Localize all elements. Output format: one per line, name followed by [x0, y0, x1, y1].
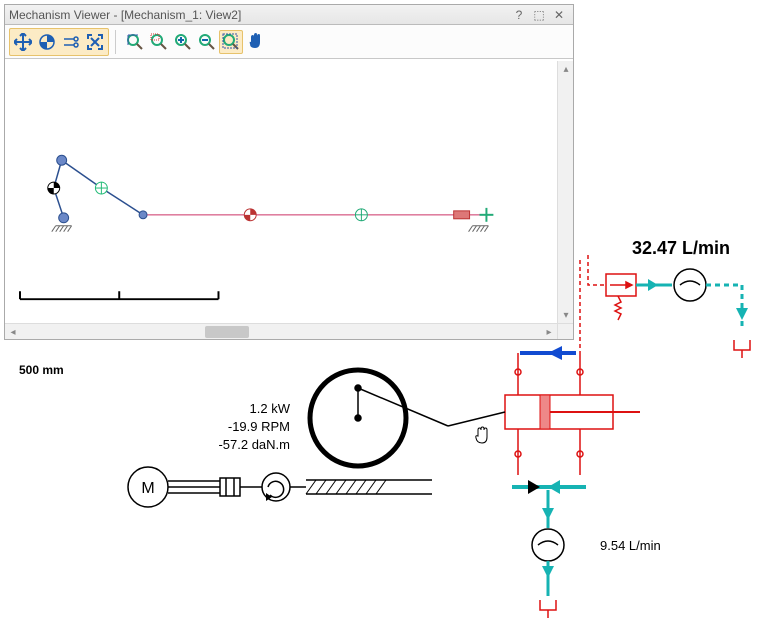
mechanism-viewer-panel: Mechanism Viewer - [Mechanism_1: View2] …: [4, 4, 574, 340]
scrollbar-corner: [557, 323, 573, 339]
zoom-to-fit-button[interactable]: [123, 30, 147, 54]
close-button[interactable]: ✕: [549, 8, 569, 22]
zoom-out-button[interactable]: [195, 30, 219, 54]
mechanism-canvas[interactable]: 500 mm: [5, 61, 557, 323]
scroll-right-icon[interactable]: ▸: [541, 324, 557, 340]
cursor-icon: [472, 426, 490, 451]
svg-text:M: M: [141, 480, 154, 497]
toolbar-divider: [115, 30, 116, 54]
motor-readings: 1.2 kW -19.9 RPM -57.2 daN.m: [190, 400, 290, 454]
mass-center-mode-button[interactable]: [35, 30, 59, 54]
pin-button[interactable]: ⬚: [529, 8, 549, 22]
scale-label: 500 mm: [19, 363, 64, 377]
flow-reading-bottom: 9.54 L/min: [600, 538, 661, 553]
titlebar: Mechanism Viewer - [Mechanism_1: View2] …: [5, 5, 573, 25]
mode-buttons-group: [9, 28, 109, 56]
pan-button[interactable]: [243, 30, 267, 54]
velocity-mode-button[interactable]: [59, 30, 83, 54]
zoom-window-button[interactable]: [147, 30, 171, 54]
view-buttons-group: [122, 29, 268, 55]
power-reading: 1.2 kW: [190, 400, 290, 418]
torque-reading: -57.2 daN.m: [190, 436, 290, 454]
toolbar: [5, 25, 573, 59]
fit-mode-button[interactable]: [83, 30, 107, 54]
window-title: Mechanism Viewer - [Mechanism_1: View2]: [9, 8, 509, 22]
help-button[interactable]: ?: [509, 8, 529, 22]
flow-reading-top: 32.47 L/min: [632, 238, 730, 259]
rpm-reading: -19.9 RPM: [190, 418, 290, 436]
zoom-in-button[interactable]: [171, 30, 195, 54]
scroll-up-icon[interactable]: ▴: [558, 61, 574, 77]
horizontal-scrollbar[interactable]: ◂ ▸: [5, 323, 557, 339]
vertical-scrollbar[interactable]: ▴ ▾: [557, 61, 573, 323]
app-root: Mechanism Viewer - [Mechanism_1: View2] …: [0, 0, 772, 635]
horizontal-scroll-thumb[interactable]: [205, 326, 249, 338]
scroll-down-icon[interactable]: ▾: [558, 307, 574, 323]
scroll-left-icon[interactable]: ◂: [5, 325, 21, 341]
zoom-region-button[interactable]: [219, 30, 243, 54]
move-mode-button[interactable]: [11, 30, 35, 54]
